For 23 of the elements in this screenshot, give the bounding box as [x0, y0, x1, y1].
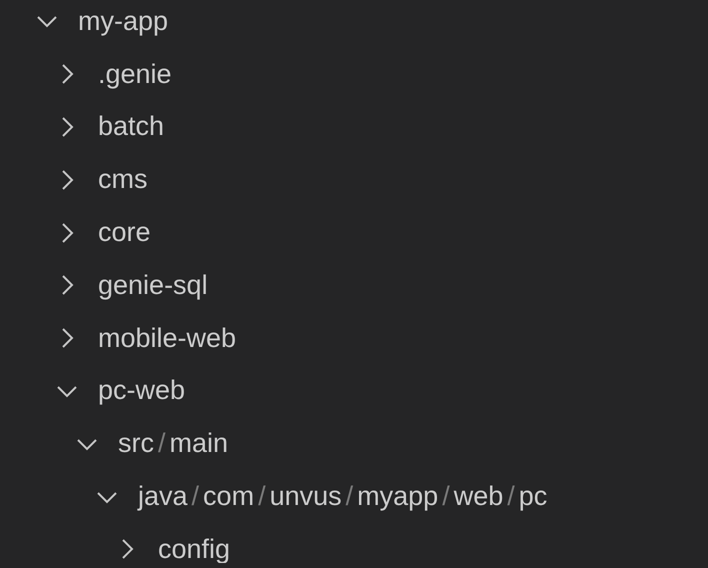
- folder-name[interactable]: pc-web: [98, 375, 186, 406]
- folder-name[interactable]: batch: [98, 111, 164, 142]
- folder-name[interactable]: mobile-web: [98, 322, 236, 354]
- folder-name[interactable]: pc: [518, 481, 548, 512]
- folder-name[interactable]: genie-sql: [98, 270, 208, 301]
- folder-name[interactable]: myapp: [357, 481, 438, 512]
- folder-name[interactable]: core: [98, 217, 151, 248]
- folder-name[interactable]: cms: [98, 164, 148, 196]
- folder-name[interactable]: src: [118, 428, 154, 460]
- folder-name[interactable]: main: [170, 428, 228, 460]
- folder-name[interactable]: config: [158, 534, 230, 563]
- folder-name[interactable]: my-app: [78, 6, 168, 37]
- path-separator: /: [507, 481, 515, 512]
- folder-name[interactable]: com: [203, 481, 254, 512]
- folder-name[interactable]: unvus: [270, 481, 342, 512]
- folder-name[interactable]: web: [454, 481, 504, 512]
- path-separator: /: [192, 481, 200, 512]
- path-separator: /: [158, 428, 166, 460]
- path-separator: /: [258, 481, 266, 512]
- folder-name[interactable]: .genie: [98, 58, 172, 90]
- folder-name[interactable]: java: [138, 481, 188, 512]
- path-separator: /: [346, 481, 354, 512]
- path-separator: /: [442, 481, 450, 512]
